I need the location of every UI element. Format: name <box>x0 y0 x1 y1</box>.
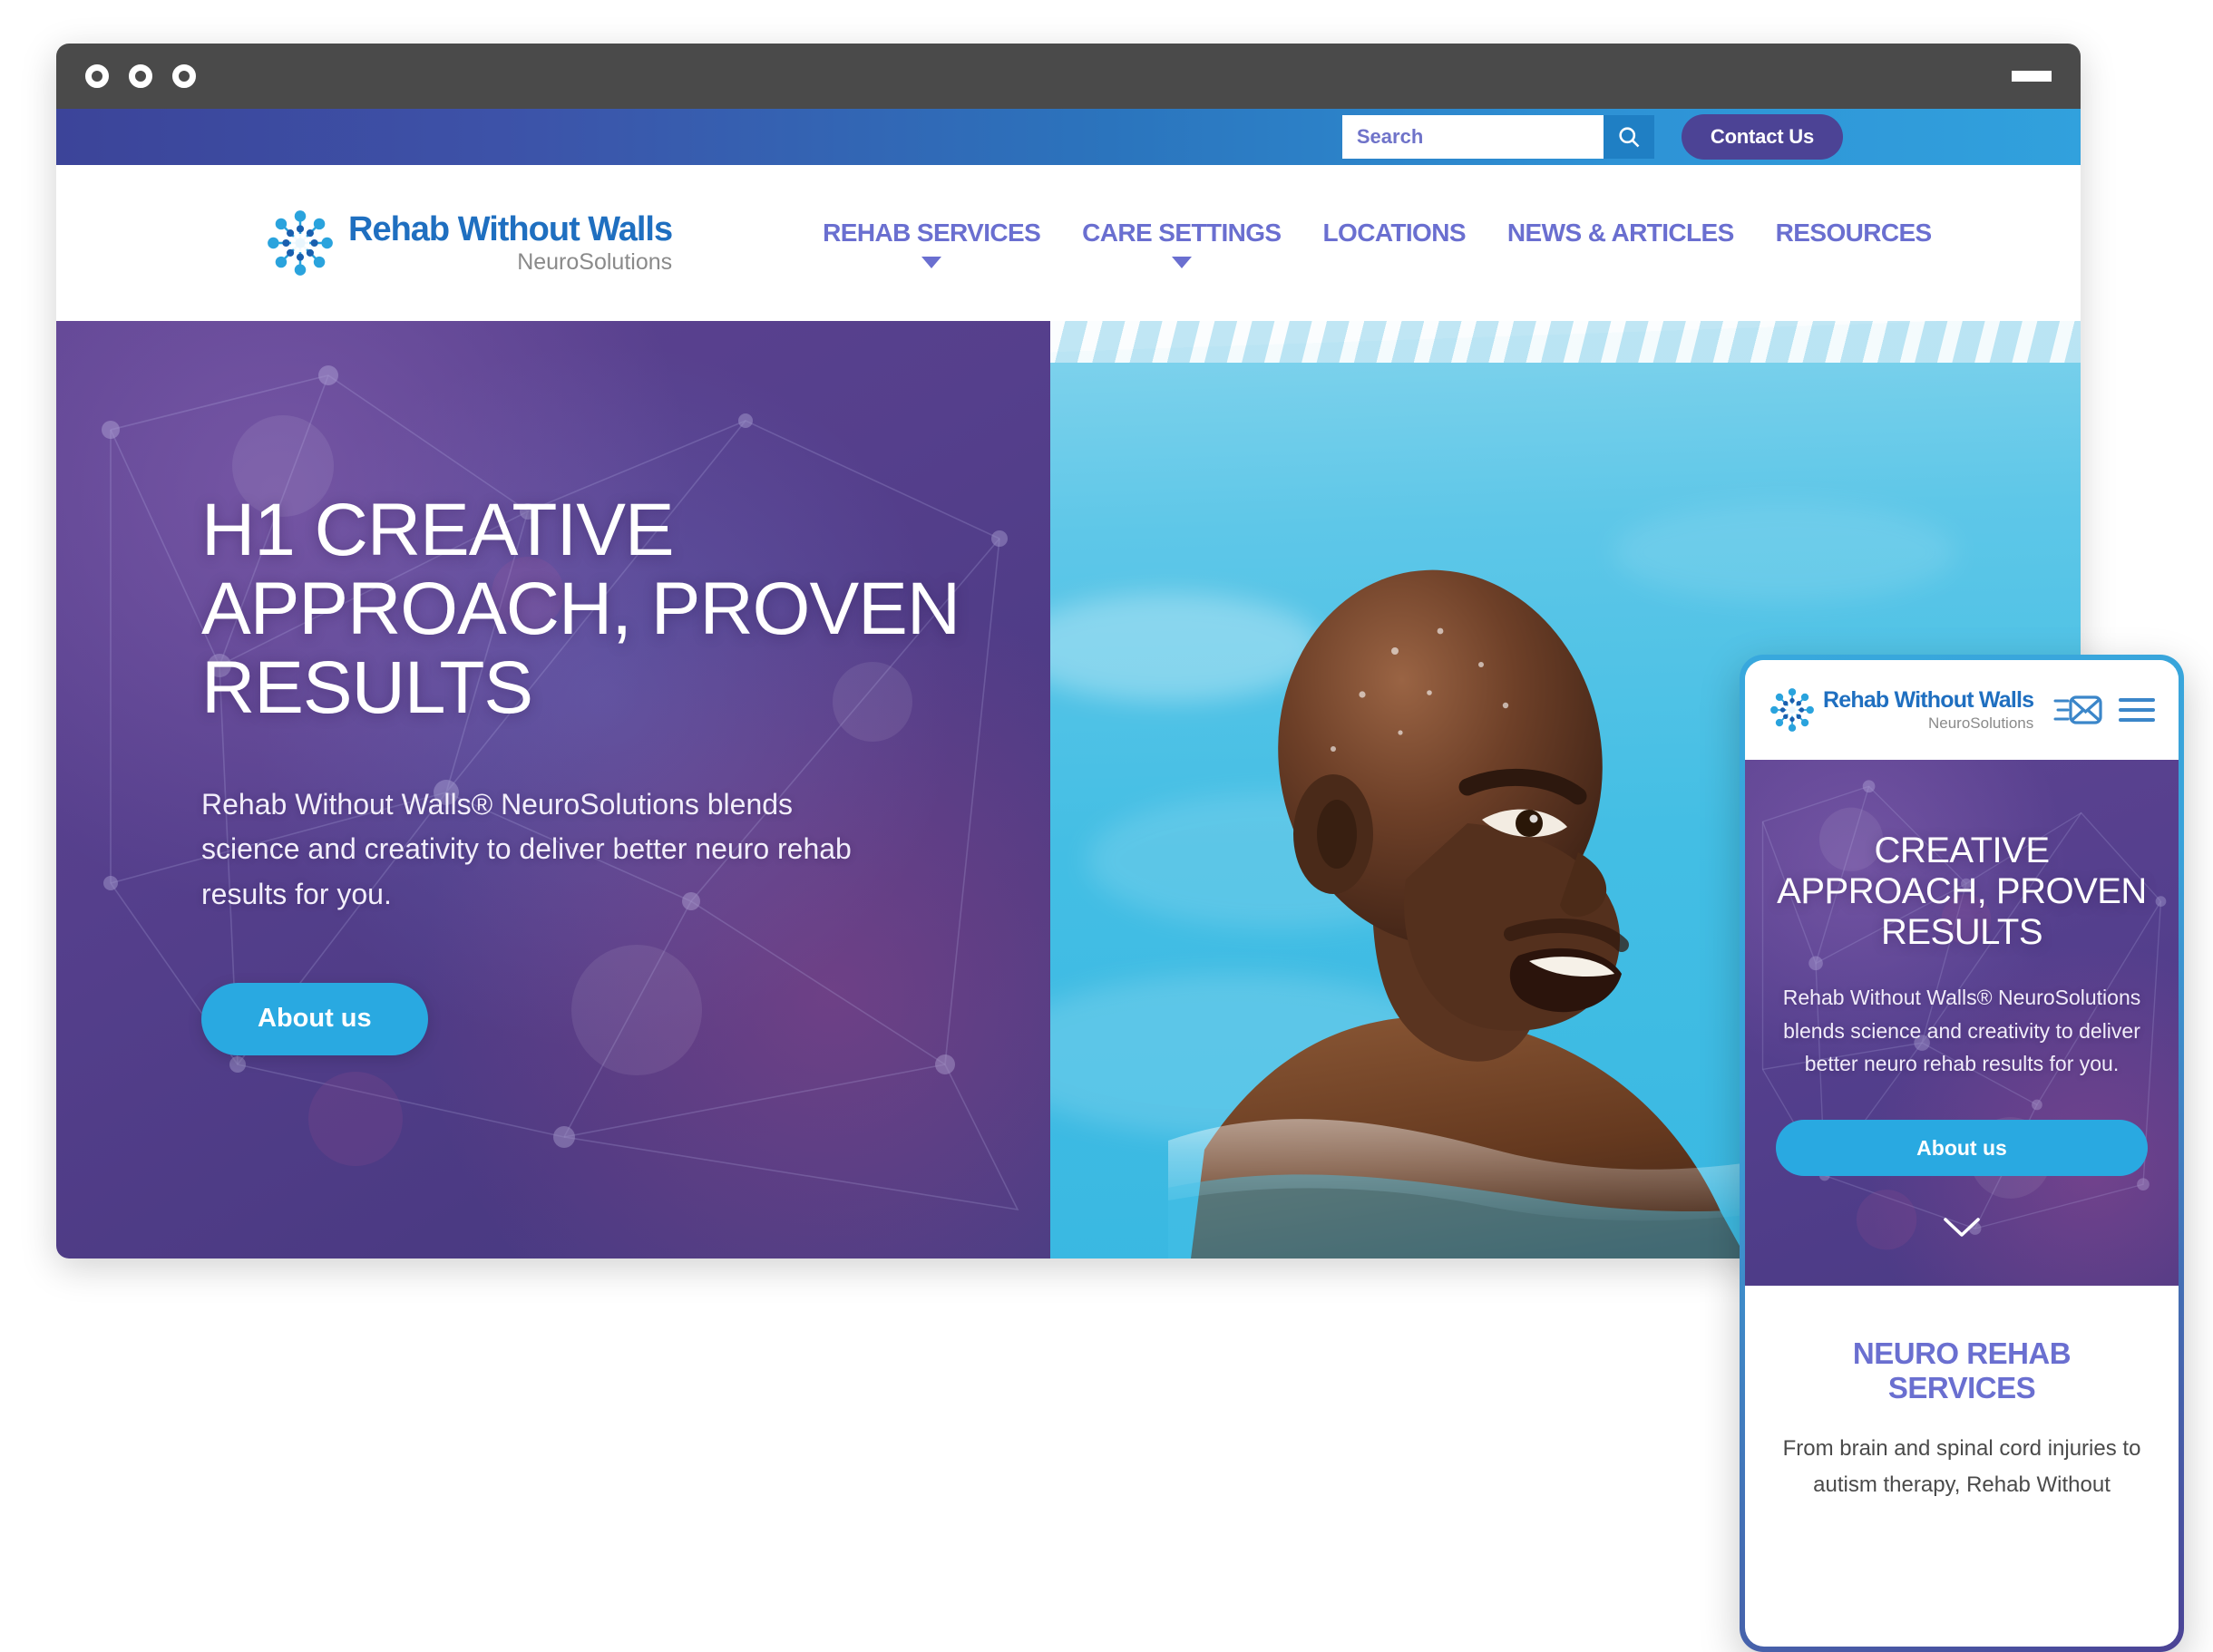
minimize-icon[interactable] <box>2012 71 2052 82</box>
mobile-logo-title: Rehab Without Walls <box>1823 687 2034 713</box>
close-button[interactable] <box>85 64 109 88</box>
mobile-about-us-button[interactable]: About us <box>1776 1120 2148 1177</box>
search-icon[interactable] <box>1603 115 1654 159</box>
about-us-button[interactable]: About us <box>201 982 428 1055</box>
envelope-icon[interactable] <box>2053 692 2102 728</box>
nav-item-locations[interactable]: LOCATIONS <box>1318 219 1471 248</box>
mobile-site-logo[interactable]: Rehab Without Walls NeuroSolutions <box>1769 686 2041 734</box>
neuron-starburst-icon <box>1770 688 1814 732</box>
nav-item-rehab-services[interactable]: REHAB SERVICES <box>817 219 1046 268</box>
pool-lane-tiles <box>1050 321 2081 363</box>
mobile-hero-body-text: Rehab Without Walls® NeuroSolutions blen… <box>1782 986 2141 1076</box>
logo-subtitle: NeuroSolutions <box>517 249 673 275</box>
nav-label: NEWS & ARTICLES <box>1506 218 1734 247</box>
nav-label: LOCATIONS <box>1322 218 1467 247</box>
mobile-services-body: From brain and spinal cord injuries to a… <box>1782 1436 2141 1498</box>
search-form <box>1341 115 1654 159</box>
nav-item-care-settings[interactable]: CARE SETTINGS <box>1077 219 1286 268</box>
nav-label: CARE SETTINGS <box>1082 218 1282 247</box>
nav-label: RESOURCES <box>1775 218 1933 247</box>
mobile-services-section: NEURO REHAB SERVICES From brain and spin… <box>1745 1286 2179 1504</box>
mobile-screen: Rehab Without Walls NeuroSolutions CREAT… <box>1745 660 2179 1647</box>
mobile-device-mockup: Rehab Without Walls NeuroSolutions CREAT… <box>1740 655 2184 1652</box>
mobile-logo-subtitle: NeuroSolutions <box>1928 714 2034 732</box>
mobile-hero-heading: CREATIVE APPROACH, PROVEN RESULTS <box>1777 831 2147 952</box>
minimize-button[interactable] <box>129 64 152 88</box>
hero-heading: H1 CREATIVE APPROACH, PROVEN RESULTS <box>201 489 960 729</box>
utility-bar: Contact Us <box>56 109 2081 165</box>
chevron-down-icon <box>1171 256 1192 268</box>
hamburger-menu-icon[interactable] <box>2115 695 2159 725</box>
mobile-services-title: NEURO REHAB SERVICES <box>1852 1336 2072 1404</box>
nav-item-news-articles[interactable]: NEWS & ARTICLES <box>1502 219 1740 248</box>
contact-us-button[interactable]: Contact Us <box>1681 114 1843 160</box>
neuron-starburst-icon <box>268 210 333 276</box>
main-navigation: Rehab Without Walls NeuroSolutions REHAB… <box>56 165 2081 321</box>
nav-item-resources[interactable]: RESOURCES <box>1770 219 1937 248</box>
logo-title: Rehab Without Walls <box>348 210 673 248</box>
chevron-down-icon[interactable] <box>1942 1216 1982 1239</box>
mobile-header: Rehab Without Walls NeuroSolutions <box>1745 660 2179 760</box>
browser-titlebar <box>56 44 2081 109</box>
maximize-button[interactable] <box>172 64 196 88</box>
search-input[interactable] <box>1341 115 1604 159</box>
hero-text-panel: H1 CREATIVE APPROACH, PROVEN RESULTS Reh… <box>56 321 1050 1258</box>
window-traffic-lights <box>85 64 196 88</box>
chevron-down-icon <box>921 256 942 268</box>
site-logo[interactable]: Rehab Without Walls NeuroSolutions <box>265 208 673 278</box>
hero-body-text: Rehab Without Walls® NeuroSolutions blen… <box>201 787 852 910</box>
swimmer-photo <box>1168 569 1821 1258</box>
nav-links: REHAB SERVICES CARE SETTINGS LOCATIONS N… <box>817 219 1937 268</box>
nav-label: REHAB SERVICES <box>823 218 1041 247</box>
mobile-hero-section: CREATIVE APPROACH, PROVEN RESULTS Rehab … <box>1745 760 2179 1286</box>
